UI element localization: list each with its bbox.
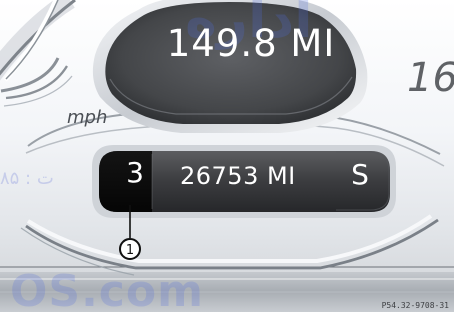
drive-mode-indicator: S bbox=[351, 158, 369, 191]
watermark-mid-text: ۸۵ : ت bbox=[0, 168, 54, 189]
reference-code: P54.32-9708-31 bbox=[381, 301, 449, 310]
odometer-readout: 26753 MI bbox=[180, 162, 296, 190]
watermark-bottom-text: OS.com bbox=[10, 266, 204, 312]
callout-number-icon: 1 bbox=[119, 238, 141, 260]
gear-indicator: 3 bbox=[126, 156, 144, 189]
instrument-cluster-photo: اداره ۸۵ : ت OS.com 149.8 MI 160 mph 3 2… bbox=[0, 0, 454, 312]
trip-meter-readout: 149.8 MI bbox=[166, 22, 336, 65]
speed-scale-number: 160 bbox=[407, 55, 454, 101]
speed-unit-label: mph bbox=[67, 107, 108, 128]
